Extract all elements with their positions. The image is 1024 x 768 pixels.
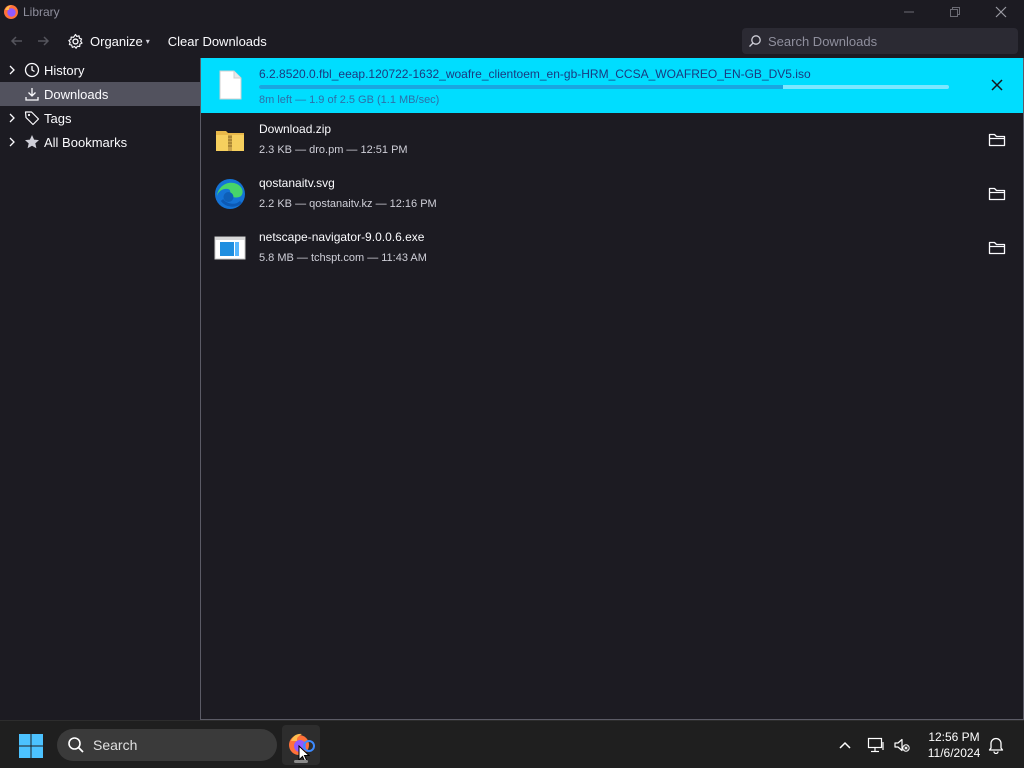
taskbar-search[interactable]: Search bbox=[57, 729, 277, 761]
clock-date: 11/6/2024 bbox=[927, 746, 981, 760]
folder-icon bbox=[988, 187, 1006, 201]
show-in-folder-button[interactable] bbox=[987, 238, 1007, 258]
close-button[interactable] bbox=[978, 0, 1024, 24]
taskbar-app-firefox[interactable] bbox=[282, 725, 320, 765]
taskbar-clock[interactable]: 12:56 PM 11/6/2024 bbox=[916, 729, 992, 761]
back-button[interactable] bbox=[5, 29, 29, 53]
star-icon bbox=[24, 134, 40, 150]
arrow-right-icon bbox=[38, 36, 50, 46]
sidebar: History Downloads Tags All Bookmarks bbox=[0, 58, 200, 720]
windows-start-icon[interactable] bbox=[18, 733, 44, 759]
sidebar-item-downloads[interactable]: Downloads bbox=[0, 82, 200, 106]
window-title: Library bbox=[23, 5, 60, 19]
volume-button[interactable] bbox=[892, 735, 912, 755]
search-input[interactable] bbox=[768, 33, 1008, 49]
window-controls bbox=[886, 0, 1024, 24]
download-icon bbox=[24, 86, 40, 102]
show-in-folder-button[interactable] bbox=[987, 184, 1007, 204]
download-name: qostanaitv.svg bbox=[259, 176, 335, 190]
chevron-right-icon[interactable] bbox=[6, 65, 18, 75]
download-details: 2.3 KB — dro.pm — 12:51 PM bbox=[259, 144, 408, 156]
download-name: Download.zip bbox=[259, 122, 332, 136]
organize-label: Organize bbox=[90, 33, 143, 49]
sidebar-item-all-bookmarks[interactable]: All Bookmarks bbox=[0, 130, 200, 154]
close-icon bbox=[995, 6, 1007, 18]
sidebar-item-label: Downloads bbox=[44, 86, 109, 102]
chevron-right-icon[interactable] bbox=[6, 137, 18, 147]
clear-downloads-button[interactable]: Clear Downloads bbox=[164, 28, 271, 54]
cancel-download-button[interactable] bbox=[987, 75, 1007, 95]
download-name: 6.2.8520.0.fbl_eeap.120722-1632_woafre_c… bbox=[259, 67, 811, 81]
cancel-icon bbox=[991, 79, 1003, 91]
active-app-indicator bbox=[294, 760, 308, 763]
minimize-icon bbox=[904, 11, 914, 13]
show-hidden-icons-button[interactable] bbox=[835, 735, 855, 755]
taskbar-search-label: Search bbox=[93, 737, 138, 753]
network-icon bbox=[867, 737, 884, 753]
download-progress-fill bbox=[259, 85, 784, 89]
sidebar-item-label: Tags bbox=[44, 110, 72, 126]
chevron-down-icon: ▾ bbox=[145, 36, 150, 46]
show-in-folder-button[interactable] bbox=[987, 130, 1007, 150]
title-bar: Library bbox=[0, 0, 1024, 24]
sidebar-item-label: History bbox=[44, 62, 85, 78]
bell-icon bbox=[988, 737, 1004, 754]
sidebar-item-history[interactable]: History bbox=[0, 58, 200, 82]
search-icon bbox=[749, 35, 761, 47]
download-name: netscape-navigator-9.0.0.6.exe bbox=[259, 230, 425, 244]
minimize-button[interactable] bbox=[886, 0, 932, 24]
forward-button[interactable] bbox=[31, 29, 55, 53]
network-status-button[interactable] bbox=[866, 735, 886, 755]
sidebar-item-label: All Bookmarks bbox=[44, 134, 128, 150]
arrow-left-icon bbox=[10, 36, 22, 46]
folder-icon bbox=[988, 241, 1006, 255]
download-item[interactable]: netscape-navigator-9.0.0.6.exe 5.8 MB — … bbox=[201, 221, 1023, 275]
search-box[interactable] bbox=[742, 28, 1018, 54]
taskbar: Search 12:56 PM 11/6/2024 bbox=[0, 720, 1024, 768]
download-progress-bar bbox=[259, 85, 949, 89]
download-status: 8m left — 1.9 of 2.5 GB (1.1 MB/sec) bbox=[259, 94, 440, 106]
edge-icon bbox=[215, 179, 245, 209]
toolbar: Organize ▾ Clear Downloads bbox=[0, 24, 1024, 58]
exe-window-icon bbox=[214, 236, 246, 260]
clock-icon bbox=[24, 62, 40, 78]
download-item[interactable]: Download.zip 2.3 KB — dro.pm — 12:51 PM bbox=[201, 113, 1023, 167]
volume-muted-icon bbox=[894, 738, 910, 752]
generic-file-icon bbox=[219, 70, 242, 100]
firefox-icon bbox=[4, 5, 18, 19]
restore-icon bbox=[950, 7, 960, 17]
search-icon bbox=[68, 737, 84, 753]
folder-icon bbox=[988, 133, 1006, 147]
download-details: 2.2 KB — qostanaitv.kz — 12:16 PM bbox=[259, 198, 437, 210]
zip-folder-icon bbox=[216, 131, 244, 151]
tag-icon bbox=[24, 110, 40, 126]
downloads-list: 6.2.8520.0.fbl_eeap.120722-1632_woafre_c… bbox=[200, 58, 1024, 720]
gear-icon bbox=[68, 33, 83, 49]
chevron-up-icon bbox=[839, 741, 851, 749]
download-item-active[interactable]: 6.2.8520.0.fbl_eeap.120722-1632_woafre_c… bbox=[201, 58, 1023, 113]
sidebar-item-tags[interactable]: Tags bbox=[0, 106, 200, 130]
restore-button[interactable] bbox=[932, 0, 978, 24]
notifications-button[interactable] bbox=[986, 735, 1006, 755]
clock-time: 12:56 PM bbox=[928, 730, 980, 744]
organize-button[interactable]: Organize ▾ bbox=[63, 28, 154, 54]
chevron-right-icon[interactable] bbox=[6, 113, 18, 123]
download-item[interactable]: qostanaitv.svg 2.2 KB — qostanaitv.kz — … bbox=[201, 167, 1023, 221]
download-details: 5.8 MB — tchspt.com — 11:43 AM bbox=[259, 252, 427, 264]
